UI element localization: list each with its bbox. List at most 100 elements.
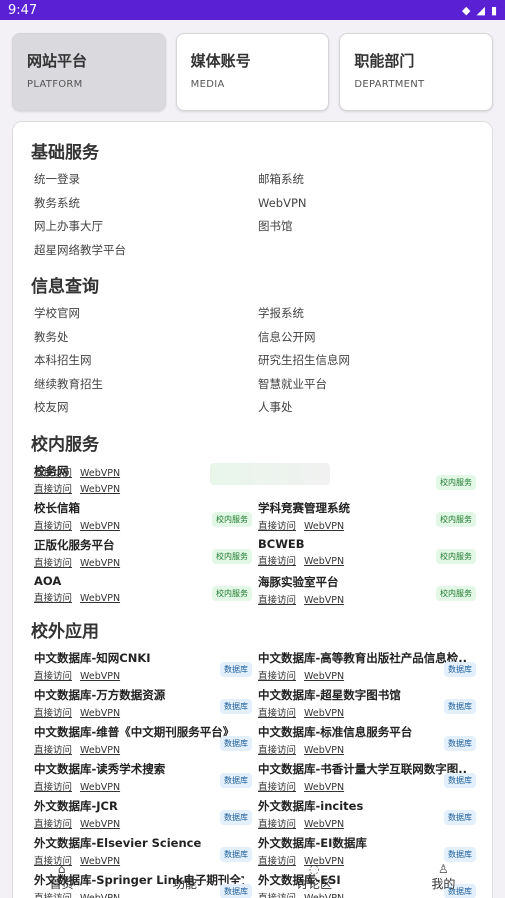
status-time: 9:47	[8, 2, 38, 18]
tab-title: 媒体账号	[190, 52, 251, 70]
service-card: 校长信箱 直接访问 WebVPN 校内服务	[34, 500, 258, 532]
service-card: 中文数据库-维普《中文期刊服务平台》 直接访问 WebVPN 数据库	[34, 724, 258, 756]
webvpn-link[interactable]: WebVPN	[80, 468, 120, 479]
webvpn-link[interactable]: WebVPN	[80, 819, 120, 830]
direct-access-link[interactable]: 直接访问	[258, 671, 296, 682]
direct-access-link[interactable]: 直接访问	[34, 819, 72, 830]
webvpn-link[interactable]: WebVPN	[304, 819, 344, 830]
direct-access-link[interactable]: 直接访问	[258, 819, 296, 830]
webvpn-link[interactable]: WebVPN	[304, 745, 344, 756]
webvpn-link[interactable]: WebVPN	[80, 782, 120, 793]
category-badge: 数据库	[444, 661, 476, 677]
direct-access-link[interactable]: 直接访问	[34, 745, 72, 756]
webvpn-link[interactable]: WebVPN	[304, 521, 344, 532]
service-card: BCWEB 直接访问 WebVPN 校内服务	[258, 537, 482, 568]
direct-access-link[interactable]: 直接访问	[34, 782, 72, 793]
nav-home[interactable]: ⌂ 首页	[50, 863, 74, 892]
webvpn-link[interactable]: WebVPN	[80, 671, 120, 682]
service-name: 中文数据库-书香计量大学互联网数字图...	[258, 761, 468, 776]
webvpn-link[interactable]: WebVPN	[80, 521, 120, 532]
tab-media[interactable]: 媒体账号 MEDIA	[175, 33, 330, 111]
direct-access-link[interactable]: 直接访问	[258, 595, 296, 606]
direct-access-link[interactable]: 直接访问	[258, 745, 296, 756]
service-card: 外文数据库-incites 直接访问 WebVPN 数据库	[258, 798, 482, 830]
service-card: 海豚实验室平台 直接访问 WebVPN 校内服务	[258, 574, 482, 606]
webvpn-link[interactable]: WebVPN	[80, 593, 120, 604]
category-badge: 校内服务	[436, 474, 476, 490]
webvpn-link[interactable]: WebVPN	[80, 745, 120, 756]
category-badge: 数据库	[444, 809, 476, 825]
webvpn-link[interactable]: WebVPN	[304, 671, 344, 682]
webvpn-link[interactable]: WebVPN	[304, 556, 344, 567]
blurred-overlay	[210, 462, 330, 485]
service-link[interactable]: 教务处	[34, 329, 258, 346]
service-name: 外文数据库-JCR	[34, 798, 118, 813]
service-name: 外文数据库-incites	[258, 798, 364, 813]
service-card: 外文数据库-JCR 直接访问 WebVPN 数据库	[34, 798, 258, 830]
tab-subtitle: DEPARTMENT	[354, 79, 425, 90]
chat-icon: ◌	[308, 861, 320, 876]
person-icon: ♙	[437, 861, 449, 876]
info-query-grid: 学校官网 学报系统 教务处 信息公开网 本科招生网 研究生招生信息网 继续教育招生 智慧就业平…	[34, 305, 476, 416]
service-link[interactable]: 邮箱系统	[258, 171, 482, 188]
webvpn-link[interactable]: WebVPN	[304, 708, 344, 719]
service-link[interactable]: WebVPN	[258, 195, 482, 212]
direct-access-link[interactable]: 直接访问	[258, 708, 296, 719]
service-name: AOA	[34, 573, 62, 588]
tab-department[interactable]: 职能部门 DEPARTMENT	[339, 33, 494, 111]
category-tabs: 网站平台 PLATFORM 媒体账号 MEDIA 职能部门 DEPARTMENT	[12, 33, 494, 111]
service-link[interactable]: 继续教育招生	[34, 376, 258, 393]
service-card: 学科竞赛管理系统 直接访问 WebVPN 校内服务	[258, 500, 482, 532]
category-badge: 校内服务	[212, 548, 252, 564]
direct-access-link[interactable]: 直接访问	[258, 556, 296, 567]
service-link[interactable]: 人事处	[258, 399, 482, 416]
category-badge: 数据库	[444, 698, 476, 714]
tab-title: 网站平台	[27, 52, 88, 70]
service-link[interactable]: 图书馆	[258, 218, 482, 235]
direct-access-link[interactable]: 直接访问	[34, 558, 72, 569]
service-link[interactable]: 校友网	[34, 399, 258, 416]
direct-access-link[interactable]: 直接访问	[34, 708, 72, 719]
direct-access-link[interactable]: 直接访问	[258, 521, 296, 532]
webvpn-link[interactable]: WebVPN	[80, 708, 120, 719]
tab-title: 职能部门	[354, 52, 415, 70]
service-card: 中文数据库-万方数据资源 直接访问 WebVPN 数据库	[34, 687, 258, 719]
service-link[interactable]: 统一登录	[34, 171, 258, 188]
webvpn-link[interactable]: WebVPN	[304, 595, 344, 606]
service-name: BCWEB	[258, 536, 305, 551]
home-icon: ⌂	[57, 861, 66, 876]
service-card: 直接访问 WebVPN 校内服务	[34, 462, 482, 494]
nav-me[interactable]: ♙ 我的	[431, 863, 455, 892]
nav-functions[interactable]: 功能	[173, 863, 197, 892]
service-link[interactable]: 学报系统	[258, 305, 482, 322]
webvpn-link[interactable]: WebVPN	[80, 558, 120, 569]
service-name: 中文数据库-标准信息服务平台	[258, 724, 413, 739]
category-badge: 校内服务	[436, 548, 476, 564]
nav-label: 讨论区	[296, 876, 333, 891]
service-link[interactable]: 教务系统	[34, 195, 258, 212]
service-link[interactable]: 智慧就业平台	[258, 376, 482, 393]
service-link[interactable]: 网上办事大厅	[34, 218, 258, 235]
service-link[interactable]: 本科招生网	[34, 352, 258, 369]
direct-access-link[interactable]: 直接访问	[34, 671, 72, 682]
tab-subtitle: MEDIA	[190, 79, 225, 90]
webvpn-link[interactable]: WebVPN	[304, 782, 344, 793]
service-name: 外文数据库-EI数据库	[258, 835, 367, 850]
category-badge: 校内服务	[212, 511, 252, 527]
direct-access-link[interactable]: 直接访问	[34, 521, 72, 532]
category-badge: 数据库	[220, 772, 252, 788]
service-card: 正版化服务平台 直接访问 WebVPN 校内服务	[34, 537, 258, 569]
direct-access-link[interactable]: 直接访问	[34, 593, 72, 604]
tab-platform[interactable]: 网站平台 PLATFORM	[12, 33, 166, 111]
direct-access-link[interactable]: 直接访问	[258, 782, 296, 793]
service-name: 外文数据库-Elsevier Science	[34, 835, 202, 850]
campus-services-grid: 校务网 直接访问 WebVPN 直接访问 WebVPN 校内服务 校长信箱 直接访问 WebVP…	[34, 462, 476, 606]
nav-forum[interactable]: ◌ 讨论区	[296, 863, 332, 892]
service-link[interactable]: 超星网络教学平台	[34, 242, 258, 259]
service-link[interactable]: 研究生招生信息网	[258, 352, 482, 369]
service-card: AOA 直接访问 WebVPN 校内服务	[34, 574, 258, 605]
service-link[interactable]: 信息公开网	[258, 329, 482, 346]
category-badge: 数据库	[220, 735, 252, 751]
service-link[interactable]: 学校官网	[34, 305, 258, 322]
direct-access-link[interactable]: 直接访问	[34, 468, 72, 479]
